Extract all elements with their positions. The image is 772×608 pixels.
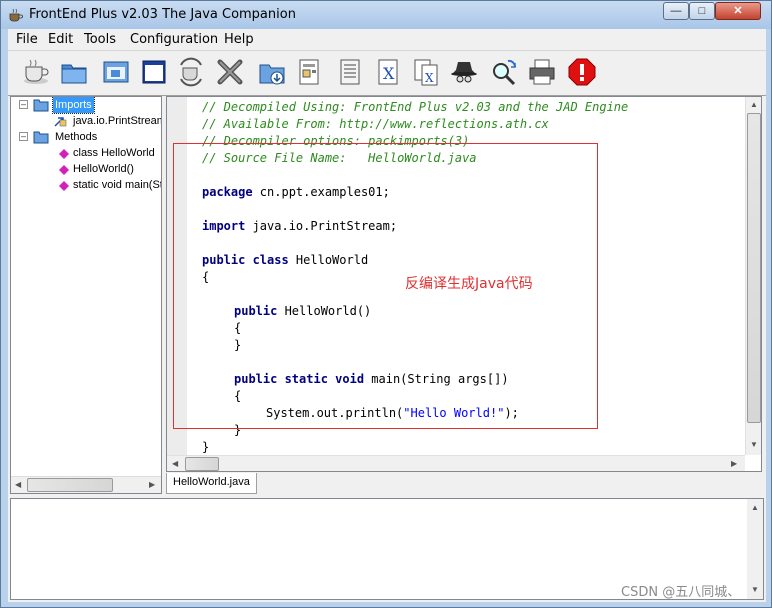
list-doc-icon[interactable]: [334, 56, 366, 88]
keyword: import: [202, 219, 246, 233]
editor-gutter: [167, 97, 187, 471]
scroll-down-arrow-icon[interactable]: ▼: [751, 585, 759, 594]
svg-text:X: X: [383, 64, 395, 83]
comment-line: // Decompiler options: packimports(3): [202, 134, 470, 148]
scroll-left-arrow-icon[interactable]: ◀: [172, 459, 178, 468]
main-line: public static void main(String args[]): [234, 371, 509, 388]
scroll-thumb[interactable]: [27, 478, 113, 492]
coffee-cup-icon[interactable]: [20, 56, 52, 88]
code-text: HelloWorld: [288, 253, 369, 267]
scroll-up-arrow-icon[interactable]: ▲: [750, 100, 758, 109]
println-line: System.out.println("Hello World!");: [266, 405, 519, 422]
tree-node-method-class[interactable]: class HelloWorld: [73, 145, 155, 161]
comment-line: // Source File Name: HelloWorld.java: [202, 151, 477, 165]
keyword: public static void: [234, 372, 365, 386]
brace: }: [234, 423, 242, 437]
keyword: public class: [202, 253, 289, 267]
download-folder-icon[interactable]: [256, 56, 288, 88]
keyword: public: [234, 304, 278, 318]
menu-help[interactable]: Help: [224, 32, 254, 47]
tree-horizontal-scrollbar[interactable]: ◀ ▶: [11, 476, 161, 493]
scroll-left-arrow-icon[interactable]: ◀: [15, 480, 21, 489]
folder-icon: [33, 99, 49, 112]
scroll-up-arrow-icon[interactable]: ▲: [751, 503, 759, 512]
brace: {: [202, 270, 210, 284]
tree-node-method-constructor[interactable]: HelloWorld(): [73, 161, 134, 177]
tree-node-method-main[interactable]: static void main(St: [73, 177, 161, 193]
editor-vertical-scrollbar[interactable]: ▲ ▼: [745, 97, 761, 455]
app-window: FrontEnd Plus v2.03 The Java Companion —…: [0, 0, 772, 608]
search-refresh-icon[interactable]: [488, 56, 520, 88]
tools-cross-icon[interactable]: [214, 56, 246, 88]
x-files-icon[interactable]: X: [410, 56, 442, 88]
code-text: java.io.PrintStream;: [245, 219, 398, 233]
comment-line: // Available From: http://www.reflection…: [202, 117, 549, 131]
code-text: );: [504, 406, 519, 420]
code-text: cn.ppt.examples01;: [252, 185, 390, 199]
method-diamond-icon: [59, 181, 69, 191]
brace: {: [234, 321, 242, 335]
brace: {: [234, 389, 242, 403]
menu-bar: File Edit Tools Configuration Help: [8, 29, 766, 50]
brace: }: [234, 338, 242, 352]
scroll-right-arrow-icon[interactable]: ▶: [731, 459, 737, 468]
brace: }: [202, 440, 210, 454]
close-button[interactable]: ✕: [715, 2, 761, 20]
code-text: main(String args[]): [364, 372, 509, 386]
scroll-right-arrow-icon[interactable]: ▶: [149, 480, 155, 489]
constructor-line: public HelloWorld(): [234, 303, 371, 320]
method-diamond-icon: [59, 165, 69, 175]
comment-line: // Decompiled Using: FrontEnd Plus v2.03…: [202, 100, 629, 114]
editor-horizontal-scrollbar[interactable]: ◀ ▶: [167, 455, 745, 471]
stop-icon[interactable]: [566, 56, 598, 88]
code-text: System.out.println(: [266, 406, 404, 420]
tree-node-methods[interactable]: Methods: [55, 129, 97, 145]
class-line: public class HelloWorld: [202, 252, 368, 269]
properties-doc-icon[interactable]: [294, 56, 326, 88]
tree-node-import-printstream[interactable]: java.io.PrintStream: [73, 113, 161, 129]
window-title: FrontEnd Plus v2.03 The Java Companion: [29, 7, 296, 22]
scroll-down-arrow-icon[interactable]: ▼: [750, 440, 758, 449]
watermark: CSDN @五八同城、: [621, 585, 741, 600]
import-line: import java.io.PrintStream;: [202, 218, 397, 235]
title-bar[interactable]: FrontEnd Plus v2.03 The Java Companion —…: [1, 1, 771, 29]
editor-tab-strip: HelloWorld.java: [166, 472, 762, 494]
maximize-button[interactable]: □: [689, 2, 715, 20]
menu-file[interactable]: File: [16, 32, 38, 47]
menu-edit[interactable]: Edit: [48, 32, 73, 47]
menu-tools[interactable]: Tools: [84, 32, 116, 47]
scroll-thumb[interactable]: [747, 113, 761, 423]
output-vertical-scrollbar[interactable]: ▲ ▼: [747, 499, 763, 599]
method-diamond-icon: [59, 149, 69, 159]
class-tree: – Imports java.io.PrintStream – Methods …: [10, 96, 162, 494]
spy-hat-icon[interactable]: [448, 56, 480, 88]
string-literal: "Hello World!": [403, 406, 505, 420]
code-text: HelloWorld(): [277, 304, 372, 318]
folder-icon: [33, 131, 49, 144]
svg-text:X: X: [425, 71, 434, 85]
minimize-button[interactable]: —: [663, 2, 689, 20]
tab-helloworld-java[interactable]: HelloWorld.java: [166, 473, 257, 494]
collapse-methods-toggle[interactable]: –: [19, 132, 28, 141]
collapse-imports-toggle[interactable]: –: [19, 100, 28, 109]
package-line: package cn.ppt.examples01;: [202, 184, 390, 201]
keyword: package: [202, 185, 253, 199]
tree-node-imports[interactable]: Imports: [52, 97, 95, 114]
x-file-icon[interactable]: X: [372, 56, 404, 88]
app-coffee-icon: [9, 8, 23, 22]
open-window-icon[interactable]: [100, 56, 132, 88]
scroll-thumb[interactable]: [185, 457, 219, 471]
import-arrow-icon: [54, 117, 67, 127]
menu-configuration[interactable]: Configuration: [130, 32, 218, 47]
printer-icon[interactable]: [526, 56, 558, 88]
blank-window-icon[interactable]: [138, 56, 170, 88]
open-folder-icon[interactable]: [58, 56, 90, 88]
toolbar: X X: [8, 50, 766, 96]
annotation-text: 反编译生成Java代码: [405, 276, 533, 292]
client-area: File Edit Tools Configuration Help X X –…: [8, 29, 766, 602]
recycle-cup-icon[interactable]: [176, 56, 208, 88]
